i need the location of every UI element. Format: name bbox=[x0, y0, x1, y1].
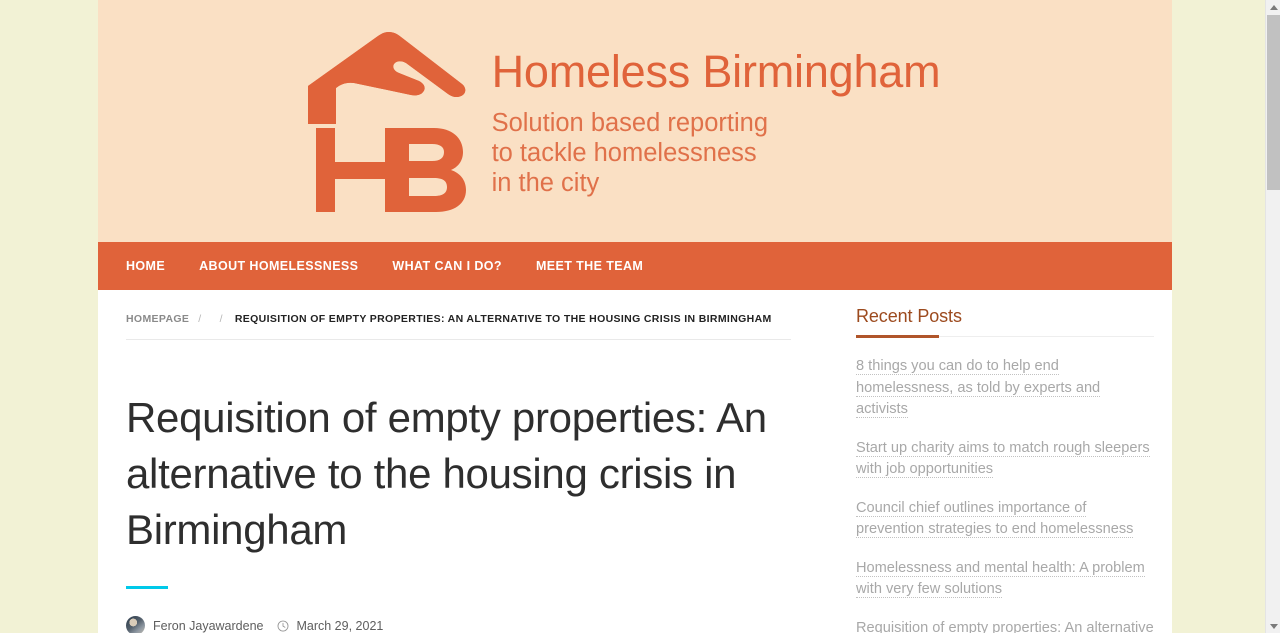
tagline-line-2: to tackle homelessness bbox=[491, 139, 757, 168]
article-meta: Feron Jayawardene March 29, 2021 bbox=[126, 616, 814, 633]
content-row: HOMEPAGE / / REQUISITION OF EMPTY PROPER… bbox=[98, 290, 1172, 633]
house-hand-hb-logo-icon bbox=[307, 31, 466, 212]
scroll-down-arrow-icon[interactable] bbox=[1266, 619, 1280, 633]
site-logo[interactable]: Homeless Birmingham Solution based repor… bbox=[302, 28, 941, 214]
recent-post-link[interactable]: Requisition of empty properties: An alte… bbox=[856, 619, 1154, 633]
vertical-scrollbar[interactable] bbox=[1265, 0, 1280, 633]
nav-item-meet-the-team[interactable]: MEET THE TEAM bbox=[536, 259, 643, 273]
nav-item-home[interactable]: HOME bbox=[126, 259, 165, 273]
scrollbar-thumb[interactable] bbox=[1267, 15, 1280, 190]
recent-posts-underline bbox=[856, 335, 1154, 338]
nav-item-what-can-i-do[interactable]: WHAT CAN I DO? bbox=[392, 259, 502, 273]
site-title: Homeless Birmingham bbox=[491, 45, 941, 97]
main-content: HOMEPAGE / / REQUISITION OF EMPTY PROPER… bbox=[126, 290, 838, 633]
article: Requisition of empty properties: An alte… bbox=[126, 340, 814, 633]
recent-post-link[interactable]: Council chief outlines importance of pre… bbox=[856, 499, 1134, 538]
list-item: Council chief outlines importance of pre… bbox=[856, 498, 1154, 541]
title-accent-bar bbox=[126, 586, 168, 589]
breadcrumb-current-page: REQUISITION OF EMPTY PROPERTIES: AN ALTE… bbox=[234, 313, 772, 325]
site-tagline: Solution based reporting to tackle homel… bbox=[492, 108, 941, 198]
list-item: Homelessness and mental health: A proble… bbox=[856, 558, 1154, 601]
recent-post-link[interactable]: Start up charity aims to match rough sle… bbox=[856, 439, 1150, 478]
site-page: Homeless Birmingham Solution based repor… bbox=[98, 0, 1172, 633]
logo-text-block: Homeless Birmingham Solution based repor… bbox=[492, 44, 941, 198]
breadcrumb: HOMEPAGE / / REQUISITION OF EMPTY PROPER… bbox=[126, 290, 814, 339]
list-item: Start up charity aims to match rough sle… bbox=[856, 438, 1154, 481]
recent-post-link[interactable]: 8 things you can do to help end homeless… bbox=[856, 358, 1101, 418]
sidebar: Recent Posts 8 things you can do to help… bbox=[838, 290, 1154, 633]
author-avatar-icon bbox=[126, 616, 145, 633]
clock-icon bbox=[278, 620, 289, 631]
recent-posts-list: 8 things you can do to help end homeless… bbox=[856, 356, 1154, 633]
recent-posts-widget: Recent Posts 8 things you can do to help… bbox=[856, 306, 1154, 633]
tagline-line-3: in the city bbox=[491, 169, 600, 198]
breadcrumb-separator-1: / bbox=[198, 313, 202, 325]
list-item: 8 things you can do to help end homeless… bbox=[856, 356, 1154, 421]
recent-post-link[interactable]: Homelessness and mental health: A proble… bbox=[856, 559, 1145, 598]
article-author[interactable]: Feron Jayawardene bbox=[153, 619, 263, 633]
breadcrumb-separator-2: / bbox=[219, 313, 223, 325]
breadcrumb-home-link[interactable]: HOMEPAGE bbox=[126, 313, 189, 325]
scroll-up-arrow-icon[interactable] bbox=[1266, 0, 1280, 14]
tagline-line-1: Solution based reporting bbox=[491, 109, 769, 137]
site-header: Homeless Birmingham Solution based repor… bbox=[98, 0, 1172, 242]
nav-item-about-homelessness[interactable]: ABOUT HOMELESSNESS bbox=[199, 259, 358, 273]
article-title: Requisition of empty properties: An alte… bbox=[126, 394, 767, 553]
main-navigation: HOME ABOUT HOMELESSNESS WHAT CAN I DO? M… bbox=[98, 242, 1172, 290]
recent-posts-title: Recent Posts bbox=[856, 306, 962, 326]
article-date: March 29, 2021 bbox=[296, 618, 384, 633]
list-item: Requisition of empty properties: An alte… bbox=[856, 618, 1154, 633]
